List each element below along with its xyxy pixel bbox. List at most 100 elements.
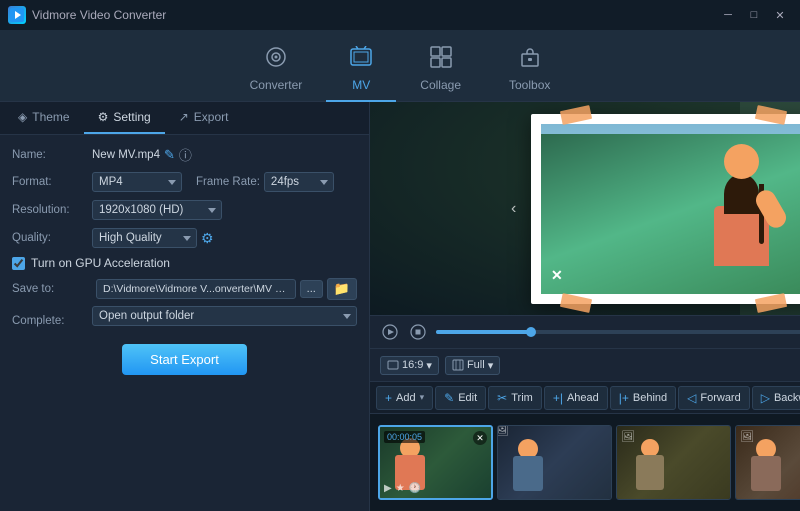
add-button[interactable]: + Add ▾ <box>376 386 433 410</box>
progress-dot <box>526 327 536 337</box>
info-icon[interactable]: ⓘ <box>179 145 192 164</box>
play-button[interactable] <box>380 322 400 342</box>
converter-icon <box>265 46 287 74</box>
browse-dots-button[interactable]: ... <box>300 280 323 298</box>
mv-label: MV <box>352 78 370 92</box>
person-figure <box>696 144 786 294</box>
start-export-button[interactable]: Start Export <box>122 344 247 375</box>
backward-label: Backward <box>774 392 800 404</box>
timeline-area: + Add ▾ ✎ Edit ✂ Trim +| Ahead |+ <box>370 381 800 511</box>
x-mark: ✕ <box>551 267 563 284</box>
fit-mode-button[interactable]: Full ▾ <box>445 356 500 375</box>
clip-1-close[interactable]: ✕ <box>473 431 487 445</box>
backward-icon: ▷ <box>761 391 770 405</box>
clip-1-overlay: 00:00:05 ✕ ▶ ★ 🕐 <box>380 427 491 498</box>
converter-label: Converter <box>250 78 303 92</box>
gpu-label: Turn on GPU Acceleration <box>31 256 170 270</box>
export-tab-label: Export <box>194 110 229 124</box>
format-label: Format: <box>12 176 92 188</box>
close-button[interactable]: ✕ <box>768 6 792 24</box>
timeline-clips: 00:00:05 ✕ ▶ ★ 🕐 <box>370 414 800 511</box>
clip-1-top: 00:00:05 ✕ <box>384 431 487 445</box>
toolbox-icon <box>519 46 541 74</box>
setting-tab-label: Setting <box>113 110 150 124</box>
clip-1-play-icon[interactable]: ▶ <box>384 483 392 494</box>
clip-4[interactable]: 🖼 <box>735 425 800 500</box>
resolution-row: Resolution: 1920x1080 (HD) 1280x720 (HD)… <box>12 200 357 220</box>
complete-label: Complete: <box>12 315 92 327</box>
collage-label: Collage <box>420 78 461 92</box>
clip-2[interactable]: 🖼 <box>497 425 612 500</box>
edit-icon[interactable]: ✎ <box>164 147 175 163</box>
aspect-ratio-button[interactable]: 16:9 ▾ <box>380 356 439 375</box>
format-row: Format: MP4 AVI MOV Frame Rate: 24fps 30… <box>12 172 357 192</box>
open-folder-button[interactable]: 📁 <box>327 278 357 300</box>
bottom-controls: 16:9 ▾ Full ▾ Start Export <box>370 348 800 381</box>
backward-button[interactable]: ▷ Backward <box>752 386 800 410</box>
gpu-checkbox[interactable] <box>12 257 25 270</box>
clip-1[interactable]: 00:00:05 ✕ ▶ ★ 🕐 <box>378 425 493 500</box>
person-head <box>724 144 759 179</box>
stop-button[interactable] <box>408 322 428 342</box>
nav-bar: Converter MV Collage <box>0 30 800 102</box>
edit-label: Edit <box>458 392 477 404</box>
timeline-toolbar: + Add ▾ ✎ Edit ✂ Trim +| Ahead |+ <box>370 382 800 414</box>
save-path: D:\Vidmore\Vidmore V...onverter\MV Expor… <box>96 279 296 299</box>
format-input-group: MP4 AVI MOV Frame Rate: 24fps 30fps 60fp… <box>92 172 357 192</box>
name-row: Name: New MV.mp4 ✎ ⓘ <box>12 145 357 164</box>
clip-3-photo-icon: 🖼 <box>621 430 635 443</box>
forward-button[interactable]: ◁ Forward <box>678 386 750 410</box>
aspect-ratio-chevron: ▾ <box>426 359 432 372</box>
minimize-button[interactable]: ─ <box>716 6 740 24</box>
toolbox-label: Toolbox <box>509 78 550 92</box>
quality-row: Quality: High Quality Medium Quality Low… <box>12 228 357 248</box>
fit-mode-chevron: ▾ <box>488 359 494 372</box>
clip-1-time: 00:00:05 <box>384 431 425 443</box>
tab-theme[interactable]: ◈ Theme <box>4 102 84 134</box>
progress-bar[interactable] <box>436 330 800 334</box>
export-tab-icon: ↗ <box>179 110 189 124</box>
complete-select[interactable]: Open output folder Do nothing Shut down <box>92 306 357 326</box>
tab-setting[interactable]: ⚙ Setting <box>84 102 165 134</box>
setting-tab-icon: ⚙ <box>98 110 109 124</box>
nav-mv[interactable]: MV <box>326 38 396 102</box>
resolution-select[interactable]: 1920x1080 (HD) 1280x720 (HD) 3840x2160 (… <box>92 200 222 220</box>
behind-button[interactable]: |+ Behind <box>610 386 676 410</box>
tab-export[interactable]: ↗ Export <box>165 102 243 134</box>
window-controls: ─ □ ✕ <box>716 6 792 24</box>
saveto-row: Save to: D:\Vidmore\Vidmore V...onverter… <box>12 278 357 300</box>
collage-icon <box>430 46 452 74</box>
person-hair <box>724 174 759 214</box>
right-panel: ✕ ‹ › 00:00:03.23/00:00:20.00 <box>370 102 800 511</box>
resolution-label: Resolution: <box>12 204 92 216</box>
clip-1-clock-icon[interactable]: 🕐 <box>409 483 421 494</box>
app-icon <box>8 6 26 24</box>
nav-converter[interactable]: Converter <box>226 38 327 102</box>
clip-2-overlay: 🖼 <box>498 426 611 499</box>
panel-tabs: ◈ Theme ⚙ Setting ↗ Export <box>0 102 369 135</box>
theme-tab-icon: ◈ <box>18 110 27 124</box>
clip-1-star-icon[interactable]: ★ <box>396 483 405 494</box>
ahead-icon: +| <box>553 391 563 405</box>
complete-row: Complete: Open output folder Do nothing … <box>12 306 357 336</box>
framerate-select[interactable]: 24fps 30fps 60fps <box>264 172 334 192</box>
nav-collage[interactable]: Collage <box>396 38 485 102</box>
maximize-button[interactable]: □ <box>742 6 766 24</box>
edit-button[interactable]: ✎ Edit <box>435 386 486 410</box>
nav-toolbox[interactable]: Toolbox <box>485 38 574 102</box>
preview-area: ✕ ‹ › <box>370 102 800 315</box>
trim-label: Trim <box>511 392 533 404</box>
clip-3[interactable]: 🖼 <box>616 425 731 500</box>
trim-button[interactable]: ✂ Trim <box>488 386 542 410</box>
quality-gear-icon[interactable]: ⚙ <box>201 230 214 247</box>
framerate-label: Frame Rate: <box>196 176 260 188</box>
name-value: New MV.mp4 <box>92 149 160 161</box>
forward-label: Forward <box>700 392 740 404</box>
arrow-left[interactable]: ‹ <box>511 200 516 218</box>
progress-fill <box>436 330 531 334</box>
ahead-button[interactable]: +| Ahead <box>544 386 608 410</box>
quality-select[interactable]: High Quality Medium Quality Low Quality <box>92 228 197 248</box>
format-select[interactable]: MP4 AVI MOV <box>92 172 182 192</box>
title-bar-left: Vidmore Video Converter <box>8 6 166 24</box>
title-bar: Vidmore Video Converter ─ □ ✕ <box>0 0 800 30</box>
